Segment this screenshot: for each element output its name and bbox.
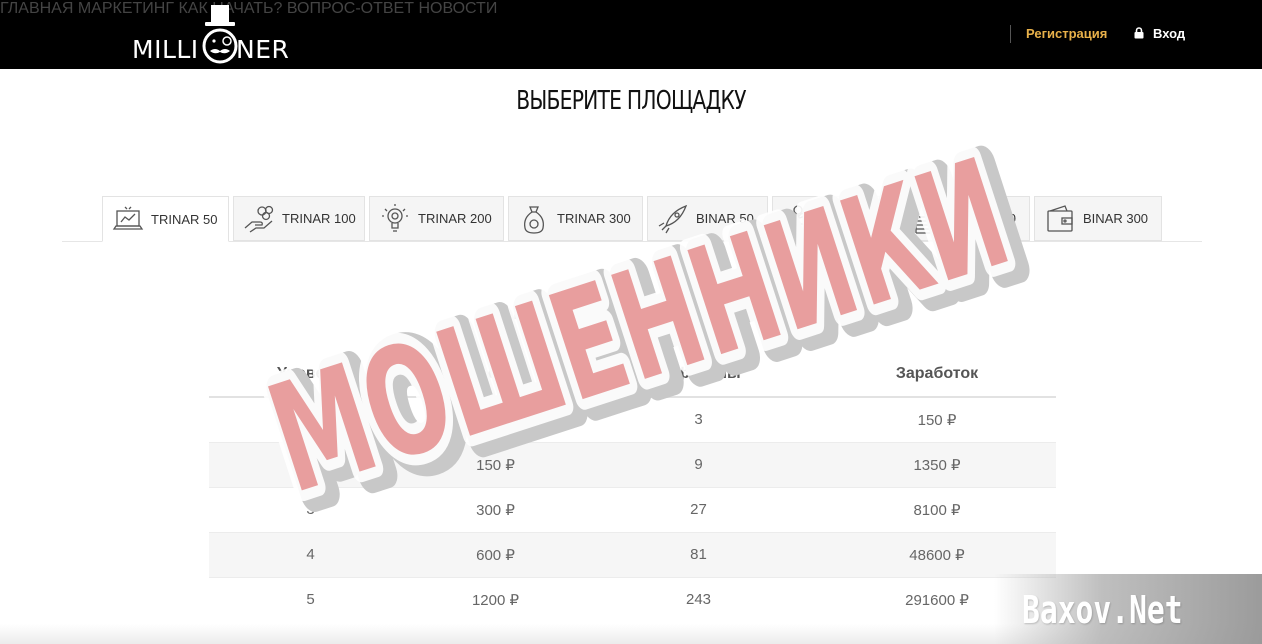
money-plant-icon <box>790 204 806 234</box>
lightbulb-icon <box>382 203 408 232</box>
cell-earnings: 1350 ₽ <box>818 441 1056 487</box>
cell-earnings: 150 ₽ <box>818 396 1056 442</box>
tab-binar-300[interactable]: BINAR 300 <box>1034 196 1162 241</box>
panel-title: Площадка TRINAR 50 <box>0 298 1262 325</box>
tab-label: BINAR 100 <box>821 211 887 226</box>
col-price: Цена <box>412 352 579 398</box>
cell-referrals: 3 <box>579 396 818 442</box>
levels-table: Уровень Цена Рефералы Заработок 1 50 ₽ 3… <box>209 352 1056 622</box>
cell-level: 5 <box>209 576 412 622</box>
cell-referrals: 243 <box>579 576 818 622</box>
cell-price: 300 ₽ <box>412 486 579 532</box>
table-row: 3 300 ₽ 27 8100 ₽ <box>209 486 1056 532</box>
col-referrals: Рефералы <box>579 352 818 398</box>
table-header-row: Уровень Цена Рефералы Заработок <box>209 352 1056 398</box>
cell-price: 600 ₽ <box>412 531 579 577</box>
login-link[interactable]: Вход <box>1134 26 1185 41</box>
nav-home[interactable]: ГЛАВНАЯ <box>0 0 73 17</box>
cell-earnings: 48600 ₽ <box>818 531 1056 577</box>
tab-trinar-50[interactable]: TRINAR 50 <box>102 196 229 242</box>
tab-trinar-100[interactable]: TRINAR 100 <box>233 196 365 241</box>
tab-label: TRINAR 200 <box>418 211 492 226</box>
money-bag-icon <box>524 205 544 234</box>
cell-price: 50 ₽ <box>412 396 579 442</box>
tab-label: BINAR 50 <box>696 211 754 226</box>
col-level: Уровень <box>209 352 412 398</box>
table-row: 4 600 ₽ 81 48600 ₽ <box>209 531 1056 577</box>
panel-title-name: TRINAR 50 <box>630 298 750 324</box>
nav-news[interactable]: НОВОСТИ <box>418 0 497 17</box>
tab-trinar-200[interactable]: TRINAR 200 <box>369 196 504 241</box>
cell-level: 2 <box>209 441 412 487</box>
nav-faq[interactable]: ВОПРОС-ОТВЕТ <box>287 0 414 17</box>
hand-coins-icon <box>244 205 274 233</box>
tab-label: BINAR 200 <box>951 211 1017 226</box>
top-hat-monocle-icon <box>202 5 238 64</box>
tab-label: TRINAR 100 <box>282 211 356 226</box>
cell-referrals: 27 <box>579 486 818 532</box>
register-link[interactable]: Регистрация <box>1026 26 1107 41</box>
cell-level: 3 <box>209 486 412 532</box>
site-logo[interactable]: MILLI NER <box>132 4 304 66</box>
tab-binar-100[interactable]: BINAR 100 <box>772 196 898 241</box>
cell-referrals: 81 <box>579 531 818 577</box>
panel-title-prefix: Площадка <box>512 298 625 324</box>
rocket-icon <box>658 204 688 233</box>
table-row: 2 150 ₽ 9 1350 ₽ <box>209 441 1056 487</box>
table-row: 5 1200 ₽ 243 291600 ₽ <box>209 576 1056 622</box>
tab-binar-200[interactable]: BINAR 200 <box>902 196 1030 241</box>
tab-label: TRINAR 300 <box>557 211 631 226</box>
cell-level: 4 <box>209 531 412 577</box>
cell-earnings: 8100 ₽ <box>818 486 1056 532</box>
table-row: 1 50 ₽ 3 150 ₽ <box>209 396 1056 442</box>
cell-level: 1 <box>209 396 412 442</box>
laptop-chart-icon <box>112 206 144 230</box>
tab-trinar-300[interactable]: TRINAR 300 <box>508 196 643 241</box>
col-earnings: Заработок <box>818 352 1056 398</box>
tab-label: TRINAR 50 <box>151 211 218 227</box>
tabs-baseline <box>62 241 1202 242</box>
logo-text-left: MILLI <box>132 35 199 64</box>
logo-text-right: NER <box>236 35 290 64</box>
tab-label: BINAR 300 <box>1083 211 1149 226</box>
watermark-text: Baxov.Net <box>1022 588 1183 632</box>
header-divider <box>1010 25 1011 43</box>
cell-price: 150 ₽ <box>412 441 579 487</box>
lock-icon <box>1134 27 1144 39</box>
wallet-icon <box>1047 204 1073 232</box>
cell-referrals: 9 <box>579 441 818 487</box>
cell-price: 1200 ₽ <box>412 576 579 622</box>
site-header: MILLI NER ГЛАВНАЯ МАРКЕТИНГ КАК НАЧАТЬ? … <box>0 0 1262 69</box>
tab-binar-50[interactable]: BINAR 50 <box>647 196 768 241</box>
login-label: Вход <box>1153 26 1186 41</box>
coin-stack-icon <box>915 204 941 234</box>
page-title: ВЫБЕРИТЕ ПЛОЩАДКУ <box>516 86 746 116</box>
